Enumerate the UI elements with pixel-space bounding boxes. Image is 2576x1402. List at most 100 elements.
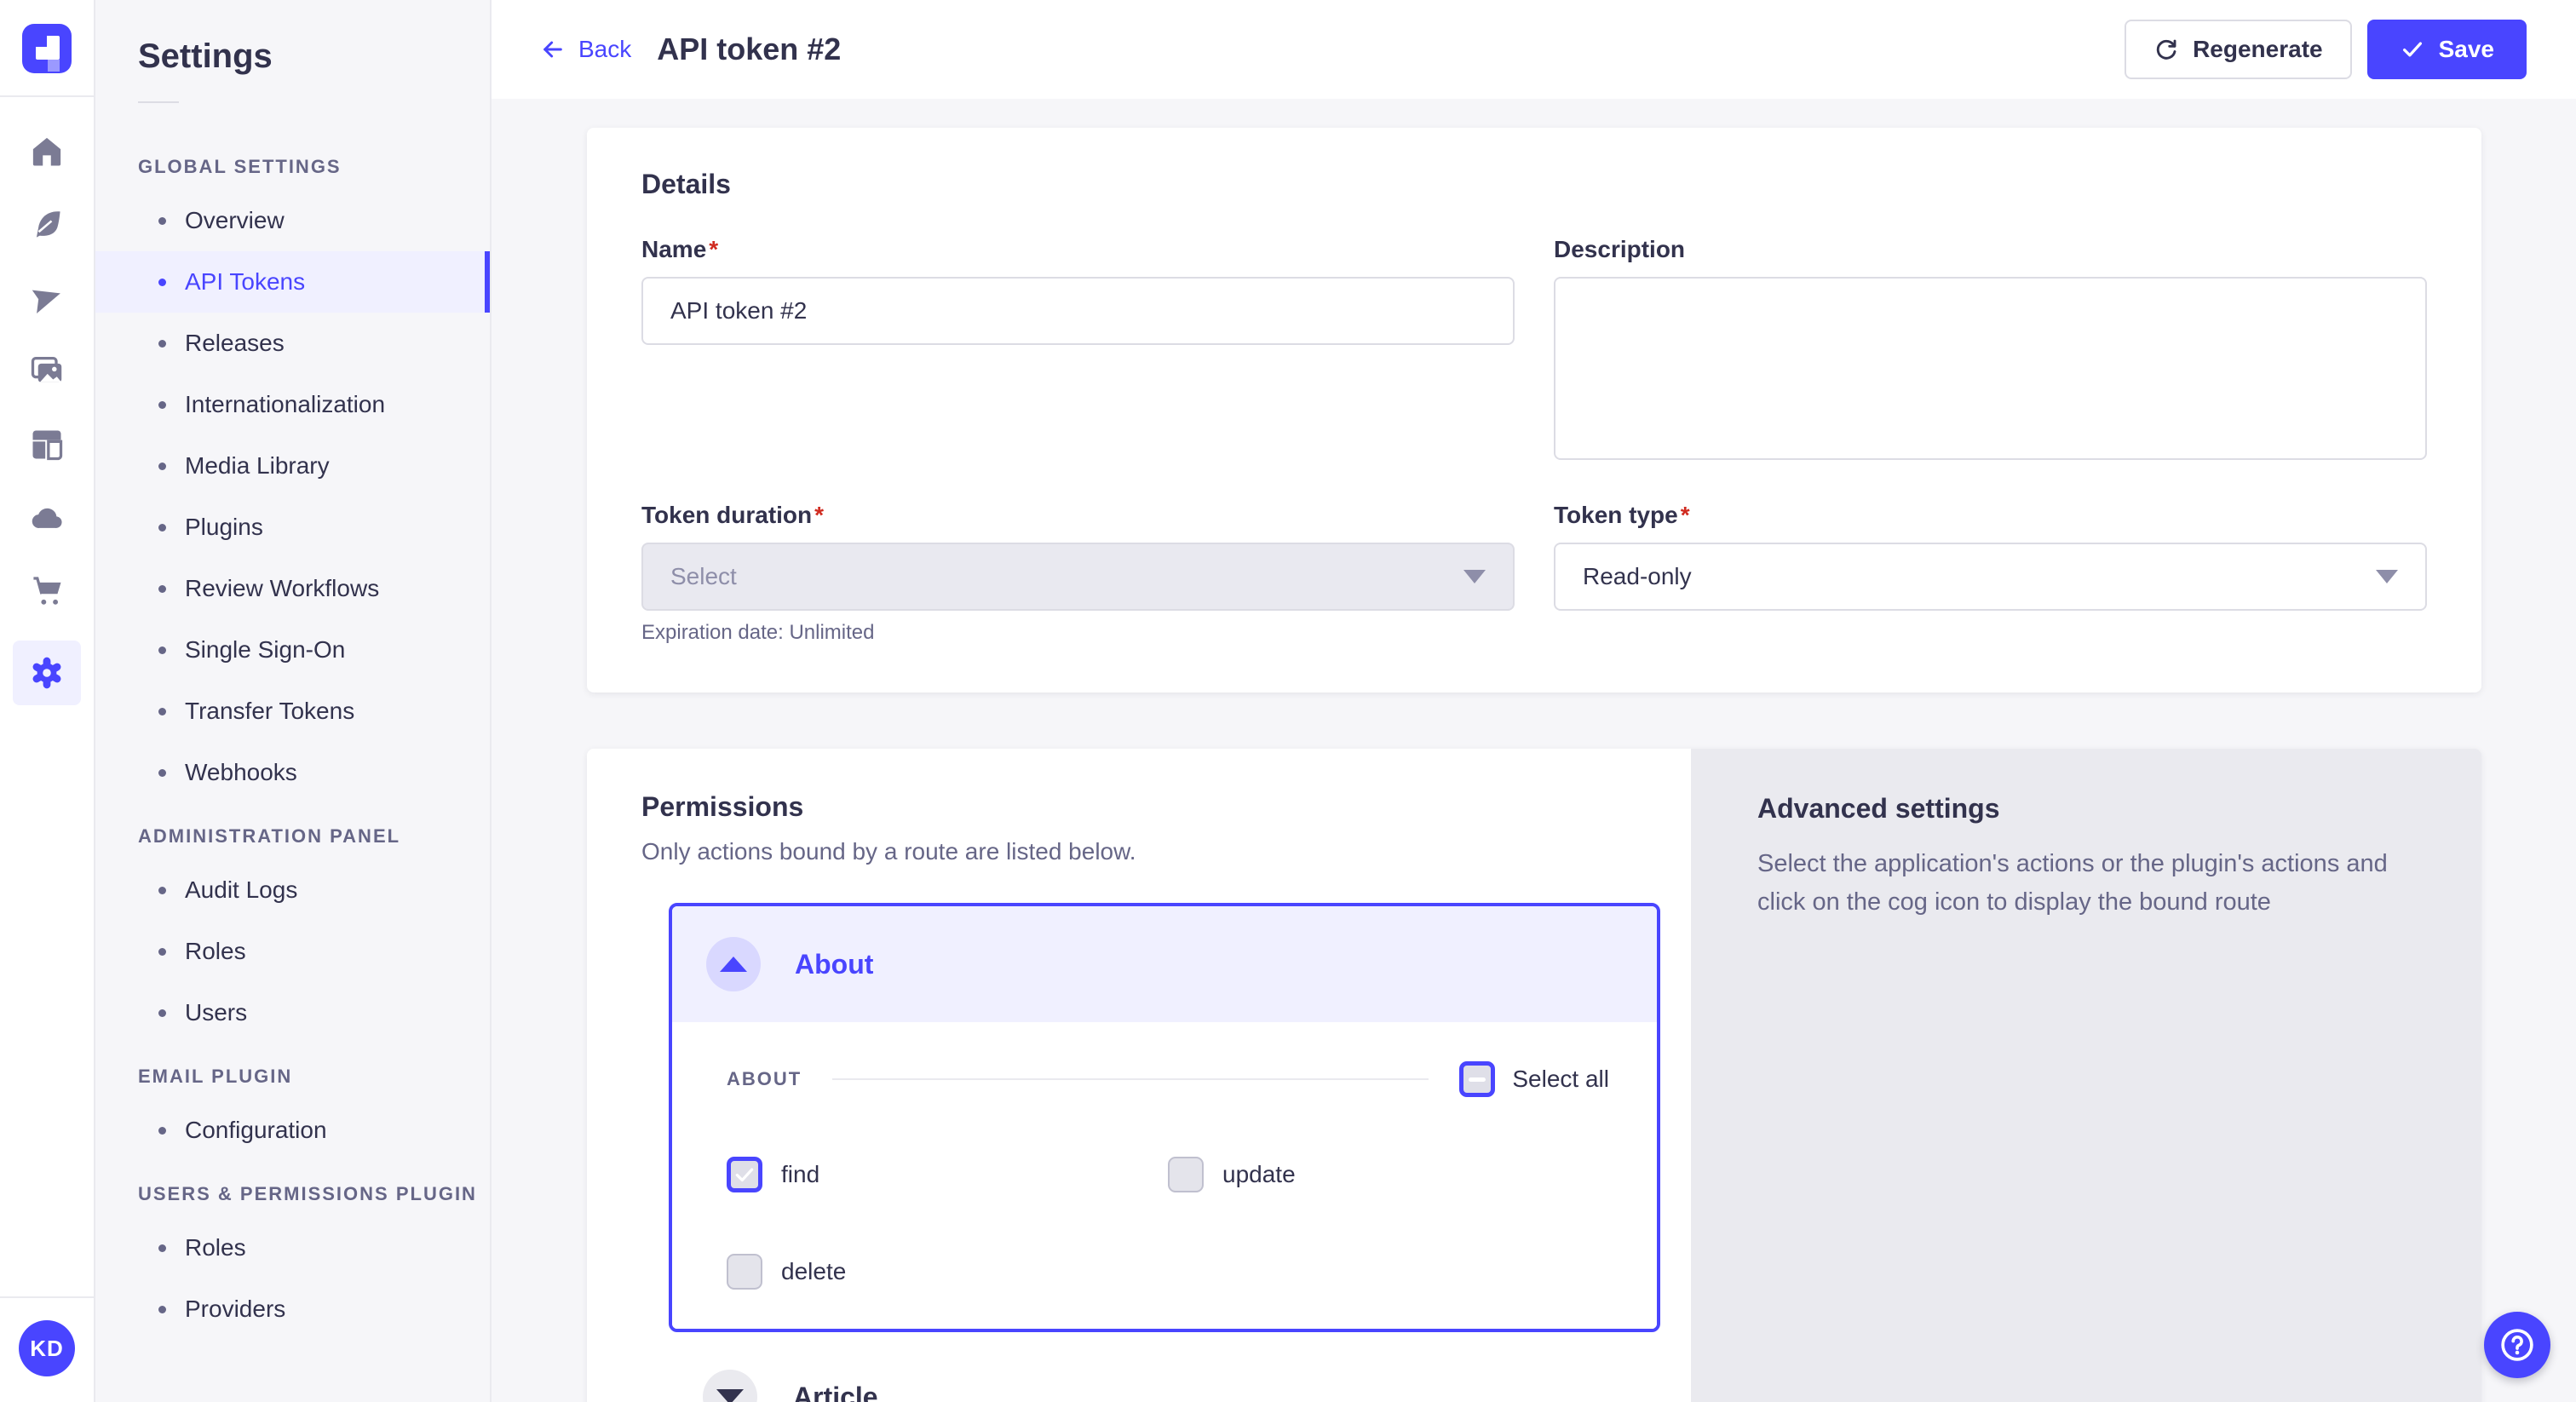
media-pictures-icon[interactable] (13, 348, 81, 395)
accordion-about-body: ABOUT Select all (672, 1022, 1657, 1329)
update-checkbox[interactable] (1168, 1157, 1204, 1192)
back-label: Back (578, 36, 631, 63)
action-find: find (727, 1157, 1168, 1192)
cloud-icon[interactable] (13, 494, 81, 542)
name-label: Name* (641, 236, 1515, 263)
settings-gear-icon[interactable] (13, 641, 81, 705)
accordion-about-header[interactable]: About (672, 906, 1657, 1022)
action-delete: delete (727, 1254, 1168, 1290)
find-checkbox[interactable] (727, 1157, 762, 1192)
section-label-administration-panel: ADMINISTRATION PANEL (95, 803, 490, 859)
logo-container (0, 0, 95, 97)
details-heading: Details (641, 169, 2427, 200)
help-button[interactable] (2484, 1312, 2550, 1378)
chevron-down-icon (716, 1389, 744, 1402)
logo-shape (37, 48, 48, 59)
back-link[interactable]: Back (539, 36, 631, 63)
bullet-icon (158, 279, 166, 286)
sidebar-item-label: Media Library (185, 452, 330, 480)
chevron-down-icon (1463, 570, 1486, 583)
sidebar-item-overview[interactable]: Overview (95, 190, 490, 251)
sidebar-item-transfer-tokens[interactable]: Transfer Tokens (95, 681, 490, 742)
sidebar-item-releases[interactable]: Releases (95, 313, 490, 374)
bullet-icon (158, 524, 166, 531)
check-icon (733, 1164, 756, 1186)
permissions-heading: Permissions (641, 791, 1660, 823)
section-label-global-settings: GLOBAL SETTINGS (95, 134, 490, 190)
bullet-icon (158, 1127, 166, 1135)
arrow-left-icon (539, 36, 566, 63)
about-group-label: ABOUT (727, 1068, 802, 1090)
strapi-logo-icon[interactable] (22, 24, 72, 73)
sidebar-item-label: Plugins (185, 514, 263, 541)
token-duration-value: Select (670, 563, 737, 590)
sidebar-item-label: Roles (185, 938, 246, 965)
layout-icon[interactable] (13, 421, 81, 468)
chevron-down-icon (2376, 570, 2398, 583)
select-all-label: Select all (1512, 1066, 1609, 1093)
required-asterisk: * (1681, 502, 1690, 528)
token-duration-select[interactable]: Select (641, 543, 1515, 611)
save-button[interactable]: Save (2367, 20, 2527, 79)
sidebar-item-users[interactable]: Users (95, 982, 490, 1043)
sidebar-item-review-workflows[interactable]: Review Workflows (95, 558, 490, 619)
token-type-label: Token type* (1554, 502, 2427, 529)
name-field-group: Name* (641, 236, 1515, 464)
feather-icon[interactable] (13, 201, 81, 249)
sidebar-item-audit-logs[interactable]: Audit Logs (95, 859, 490, 921)
sidebar-item-media-library[interactable]: Media Library (95, 435, 490, 497)
sidebar-item-plugins[interactable]: Plugins (95, 497, 490, 558)
expand-toggle-button[interactable] (703, 1370, 757, 1402)
select-all-checkbox[interactable] (1459, 1061, 1495, 1097)
sidebar-item-webhooks[interactable]: Webhooks (95, 742, 490, 803)
settings-subnav: Settings GLOBAL SETTINGS Overview API To… (95, 0, 492, 1402)
home-icon[interactable] (13, 128, 81, 175)
details-card: Details Name* Description Token duration… (587, 128, 2481, 692)
accordion-article-header[interactable]: Article (703, 1370, 1660, 1402)
collapse-toggle-button[interactable] (706, 937, 761, 991)
action-label: update (1222, 1161, 1296, 1188)
indeterminate-dash-icon (1469, 1077, 1486, 1082)
accordion-article-title: Article (793, 1382, 878, 1402)
cart-icon[interactable] (13, 567, 81, 615)
app-window: KD Settings GLOBAL SETTINGS Overview API… (0, 0, 2576, 1402)
subnav-divider (138, 101, 179, 103)
user-avatar[interactable]: KD (19, 1320, 75, 1376)
advanced-settings-heading: Advanced settings (1757, 793, 2427, 825)
send-icon[interactable] (13, 274, 81, 322)
sidebar-item-label: Roles (185, 1234, 246, 1261)
select-all-control: Select all (1459, 1061, 1609, 1097)
required-asterisk: * (709, 236, 718, 262)
token-type-select[interactable]: Read-only (1554, 543, 2427, 611)
name-input[interactable] (641, 277, 1515, 345)
permissions-subtitle: Only actions bound by a route are listed… (641, 838, 1660, 865)
sidebar-item-api-tokens[interactable]: API Tokens (95, 251, 490, 313)
action-label: find (781, 1161, 819, 1188)
bullet-icon (158, 646, 166, 654)
sidebar-item-configuration[interactable]: Configuration (95, 1100, 490, 1161)
sidebar-item-up-roles[interactable]: Roles (95, 1217, 490, 1278)
icon-rail: KD (0, 0, 95, 1402)
advanced-settings-text: Select the application's actions or the … (1757, 845, 2427, 922)
sidebar-item-providers[interactable]: Providers (95, 1278, 490, 1340)
permissions-actions-grid: find update delete (727, 1157, 1609, 1290)
regenerate-button[interactable]: Regenerate (2125, 20, 2352, 79)
bullet-icon (158, 401, 166, 409)
about-group-row: ABOUT Select all (727, 1061, 1609, 1097)
required-asterisk: * (814, 502, 824, 528)
bullet-icon (158, 887, 166, 894)
accordion-about: About ABOUT Select all (669, 903, 1660, 1332)
question-mark-icon (2498, 1326, 2536, 1364)
sidebar-item-admin-roles[interactable]: Roles (95, 921, 490, 982)
sidebar-item-label: Users (185, 999, 247, 1026)
refresh-icon (2153, 37, 2179, 62)
sidebar-item-single-sign-on[interactable]: Single Sign-On (95, 619, 490, 681)
sidebar-item-label: Configuration (185, 1117, 327, 1144)
action-update: update (1168, 1157, 1609, 1192)
delete-checkbox[interactable] (727, 1254, 762, 1290)
description-textarea[interactable] (1554, 277, 2427, 460)
bullet-icon (158, 1009, 166, 1017)
rail-nav (13, 128, 81, 1296)
group-divider (832, 1078, 1429, 1080)
sidebar-item-internationalization[interactable]: Internationalization (95, 374, 490, 435)
